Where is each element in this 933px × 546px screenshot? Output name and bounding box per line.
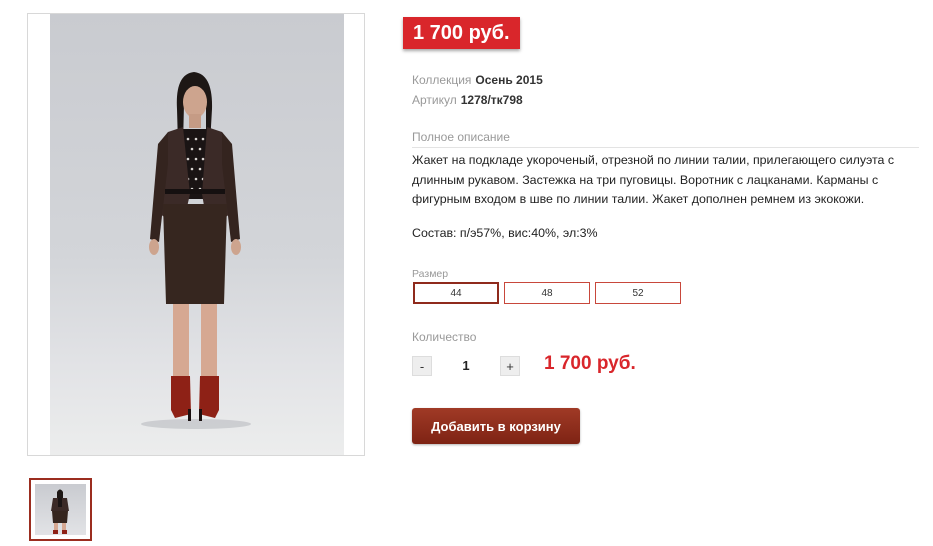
product-thumbnail[interactable] [29, 478, 92, 541]
size-option-52[interactable]: 52 [595, 282, 681, 304]
collection-value: Осень 2015 [475, 73, 543, 87]
collection-row: Коллекция Осень 2015 [412, 73, 543, 87]
quantity-input[interactable]: 1 [450, 358, 482, 373]
product-photo[interactable] [50, 14, 344, 455]
size-selector: 44 48 52 [413, 282, 681, 304]
model-figure [141, 72, 251, 429]
add-to-cart-button[interactable]: Добавить в корзину [412, 408, 580, 444]
price-badge: 1 700 руб. [403, 17, 520, 49]
product-photo-frame[interactable] [27, 13, 365, 456]
total-price: 1 700 руб. [544, 353, 636, 374]
quantity-minus-button[interactable]: - [412, 356, 432, 376]
article-label: Артикул [412, 93, 457, 107]
thumbnail-image[interactable] [35, 484, 86, 535]
size-option-48[interactable]: 48 [504, 282, 590, 304]
thumbnail-figure [51, 489, 69, 534]
quantity-plus-button[interactable]: + [500, 356, 520, 376]
collection-label: Коллекция [412, 73, 472, 87]
size-option-44[interactable]: 44 [413, 282, 499, 304]
article-value: 1278/тк798 [460, 93, 523, 107]
article-row: Артикул 1278/тк798 [412, 93, 523, 107]
size-label: Размер [412, 268, 449, 280]
quantity-label: Количество [412, 330, 477, 344]
composition-text: Состав: п/э57%, вис:40%, эл:3% [412, 226, 598, 240]
description-text: Жакет на подкладе укороченый, отрезной п… [412, 153, 895, 206]
description-label: Полное описание [412, 130, 919, 148]
